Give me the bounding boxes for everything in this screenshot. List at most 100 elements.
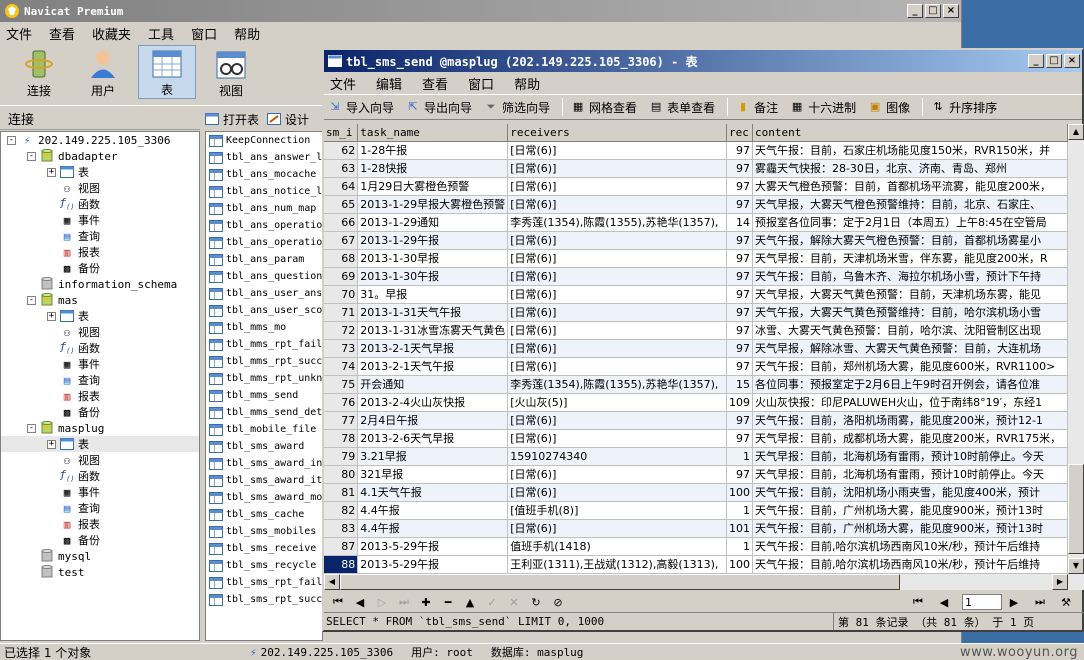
- table-row[interactable]: 68 2013-1-30早报 [日常(6)] 97 天气早报：目前，天津机场米雪，伴东雾…: [324, 249, 1068, 268]
- tree-node[interactable]: ▥ 报表: [1, 244, 199, 260]
- table-list-item[interactable]: tbl_ans_param: [206, 251, 322, 268]
- apply-changes-button[interactable]: ✓: [484, 594, 500, 610]
- cell-rec[interactable]: 97: [726, 267, 753, 286]
- cell-receivers[interactable]: [日常(6)]: [507, 429, 727, 448]
- cell-content[interactable]: 冰雪、大雾天气黄色预警：目前，哈尔滨、沈阳管制区出现: [752, 321, 1068, 340]
- cell-content[interactable]: 天气午报：目前，洛阳机场雨雾，能见度200米，预计12-1: [752, 411, 1068, 430]
- cell-rec[interactable]: 15: [726, 375, 753, 394]
- cell-task-name[interactable]: 4.1天气午报: [357, 483, 509, 502]
- last-page-button[interactable]: ⏭: [1032, 594, 1048, 610]
- table-row[interactable]: 78 2013-2-6天气早报 [日常(6)] 97 天气早报：目前，成都机场大雾，能见…: [324, 429, 1068, 448]
- cell-receivers[interactable]: [日常(6)]: [507, 249, 727, 268]
- cell-receivers[interactable]: [日常(6)]: [507, 321, 727, 340]
- export-wizard-button[interactable]: ⇱ 导出向导: [406, 99, 472, 116]
- vertical-scroll-thumb[interactable]: [1068, 464, 1084, 554]
- cell-rec[interactable]: 101: [726, 519, 753, 538]
- tree-node[interactable]: + 表: [1, 164, 199, 180]
- tree-node[interactable]: ▤ 查询: [1, 500, 199, 516]
- cell-task-name[interactable]: 4.4午报: [357, 501, 509, 520]
- import-wizard-button[interactable]: ⇲ 导入向导: [328, 99, 394, 116]
- cell-sm-id[interactable]: 73: [324, 339, 359, 358]
- tree-node[interactable]: mysql: [1, 548, 199, 564]
- tree-node[interactable]: information_schema: [1, 276, 199, 292]
- cell-task-name[interactable]: 2月4日午报: [357, 411, 509, 430]
- tree-node[interactable]: - masplug: [1, 420, 199, 436]
- add-record-button[interactable]: ✚: [418, 594, 434, 610]
- cell-sm-id[interactable]: 83: [324, 519, 359, 538]
- cell-sm-id[interactable]: 77: [324, 411, 359, 430]
- menu-favorites[interactable]: 收藏夹: [88, 24, 144, 43]
- cell-sm-id[interactable]: 62: [324, 141, 359, 160]
- cell-content[interactable]: 天气午报：目前，沈阳机场小雨夹雪，能见度400米，预计: [752, 483, 1068, 502]
- cell-task-name[interactable]: 2013-2-6天气早报: [357, 429, 509, 448]
- cell-content[interactable]: 天气早报，大雾天气橙色预警维持：目前，北京、石家庄、: [752, 195, 1068, 214]
- cell-sm-id[interactable]: 67: [324, 231, 359, 250]
- table-list-item[interactable]: tbl_mms_rpt_unkn: [206, 370, 322, 387]
- connection-tree[interactable]: - ⚡ 202.149.225.105_3306- dbadapter + 表 ⚇ 视图 ƒ()…: [0, 131, 200, 641]
- cell-receivers[interactable]: [火山灰(5)]: [507, 393, 727, 412]
- table-row[interactable]: 63 1-28快报 [日常(6)] 97 雾霾天气快报：28-30日，北京、济南、青岛、…: [324, 159, 1068, 178]
- cell-sm-id[interactable]: 75: [324, 375, 359, 394]
- cell-content[interactable]: 各位同事：预报室定于2月6日上午9时召开例会，请各位准: [752, 375, 1068, 394]
- cell-task-name[interactable]: 2013-1-31冰雪冻雾天气黄色: [357, 321, 509, 340]
- cell-receivers[interactable]: 15910274340: [507, 447, 727, 466]
- table-list-item[interactable]: tbl_ans_answer_l: [206, 149, 322, 166]
- cell-task-name[interactable]: 开会通知: [357, 375, 509, 394]
- prev-page-button[interactable]: ◀: [936, 594, 952, 610]
- open-table-icon[interactable]: [205, 113, 219, 125]
- cell-rec[interactable]: 97: [726, 141, 753, 160]
- tree-node[interactable]: ▦ 事件: [1, 484, 199, 500]
- data-grid[interactable]: sm_i task_name receivers rec content 62 1…: [324, 124, 1068, 574]
- cell-rec[interactable]: 97: [726, 321, 753, 340]
- maximize-button[interactable]: □: [925, 4, 941, 18]
- cell-sm-id[interactable]: 64: [324, 177, 359, 196]
- menu-view[interactable]: 查看: [45, 24, 88, 43]
- table-menu-file[interactable]: 文件: [324, 74, 370, 93]
- grid-view-button[interactable]: ▦ 网格查看: [571, 99, 637, 116]
- vertical-scrollbar[interactable]: ▲ ▼: [1068, 124, 1084, 574]
- table-close-button[interactable]: ×: [1064, 54, 1080, 68]
- table-row[interactable]: 74 2013-2-1天气午报 [日常(6)] 97 天气午报：目前，郑州机场大雾，能见…: [324, 357, 1068, 376]
- column-header-receivers[interactable]: receivers: [507, 124, 727, 142]
- cell-content[interactable]: 天气早报，大雾天气黄色预警：目前，天津机场东雾，能见: [752, 285, 1068, 304]
- cancel-changes-button[interactable]: ✕: [506, 594, 522, 610]
- table-list-item[interactable]: KeepConnection: [206, 132, 322, 149]
- next-record-button[interactable]: ▷: [374, 594, 390, 610]
- cell-receivers[interactable]: [日常(6)]: [507, 483, 727, 502]
- scroll-left-button[interactable]: ◀: [324, 574, 340, 590]
- tree-node[interactable]: + 表: [1, 436, 199, 452]
- main-titlebar[interactable]: Navicat Premium _ □ ×: [0, 0, 961, 22]
- design-table-icon[interactable]: [267, 113, 282, 125]
- settings-icon[interactable]: ⚒: [1058, 594, 1074, 610]
- table-row[interactable]: 64 1月29日大雾橙色预警 [日常(6)] 97 大雾天气橙色预警：目前，首都机场平流…: [324, 177, 1068, 196]
- connection-button[interactable]: 连接: [10, 45, 68, 99]
- table-minimize-button[interactable]: _: [1028, 54, 1044, 68]
- table-row[interactable]: 83 4.4午报 [日常(6)] 101 天气午报：目前，广州机场大雾，能见度900米，…: [324, 519, 1068, 538]
- cell-sm-id[interactable]: 69: [324, 267, 359, 286]
- cell-receivers[interactable]: [日常(6)]: [507, 195, 727, 214]
- delete-record-button[interactable]: ━: [440, 594, 456, 610]
- table-list-item[interactable]: tbl_mms_mo: [206, 319, 322, 336]
- cell-content[interactable]: 天气午报：目前,哈尔滨机场西南风10米/秒，预计午后维持: [752, 555, 1068, 574]
- cell-content[interactable]: 天气午报，解除大雾天气橙色预警：目前，首都机场雾星小: [752, 231, 1068, 250]
- cell-sm-id[interactable]: 82: [324, 501, 359, 520]
- cell-receivers[interactable]: [日常(6)]: [507, 357, 727, 376]
- table-list-item[interactable]: tbl_sms_mobiles: [206, 523, 322, 540]
- cell-content[interactable]: 天气午报：目前，广州机场大雾，能见度900米，预计13时: [752, 501, 1068, 520]
- table-row[interactable]: 72 2013-1-31冰雪冻雾天气黄色 [日常(6)] 97 冰雪、大雾天气黄色预警：…: [324, 321, 1068, 340]
- table-list-item[interactable]: tbl_mms_rpt_succ: [206, 353, 322, 370]
- cell-sm-id[interactable]: 66: [324, 213, 359, 232]
- tree-node[interactable]: ▩ 备份: [1, 532, 199, 548]
- page-number-input[interactable]: [962, 594, 1002, 610]
- table-window-titlebar[interactable]: tbl_sms_send @masplug (202.149.225.105_3…: [324, 50, 1082, 72]
- cell-rec[interactable]: 97: [726, 177, 753, 196]
- table-row[interactable]: 76 2013-2-4火山灰快报 [火山灰(5)] 109 火山灰快报：印尼PALUWE…: [324, 393, 1068, 412]
- tree-expander-icon[interactable]: -: [27, 295, 36, 305]
- cell-task-name[interactable]: 1-28午报: [357, 141, 509, 160]
- refresh-button[interactable]: ↻: [528, 594, 544, 610]
- cell-sm-id[interactable]: 78: [324, 429, 359, 448]
- cell-rec[interactable]: 1: [726, 537, 753, 556]
- cell-content[interactable]: 天气午报，大雾天气黄色预警维持：目前，哈尔滨机场小雪: [752, 303, 1068, 322]
- tree-node[interactable]: - ⚡ 202.149.225.105_3306: [1, 132, 199, 148]
- cell-sm-id[interactable]: 70: [324, 285, 359, 304]
